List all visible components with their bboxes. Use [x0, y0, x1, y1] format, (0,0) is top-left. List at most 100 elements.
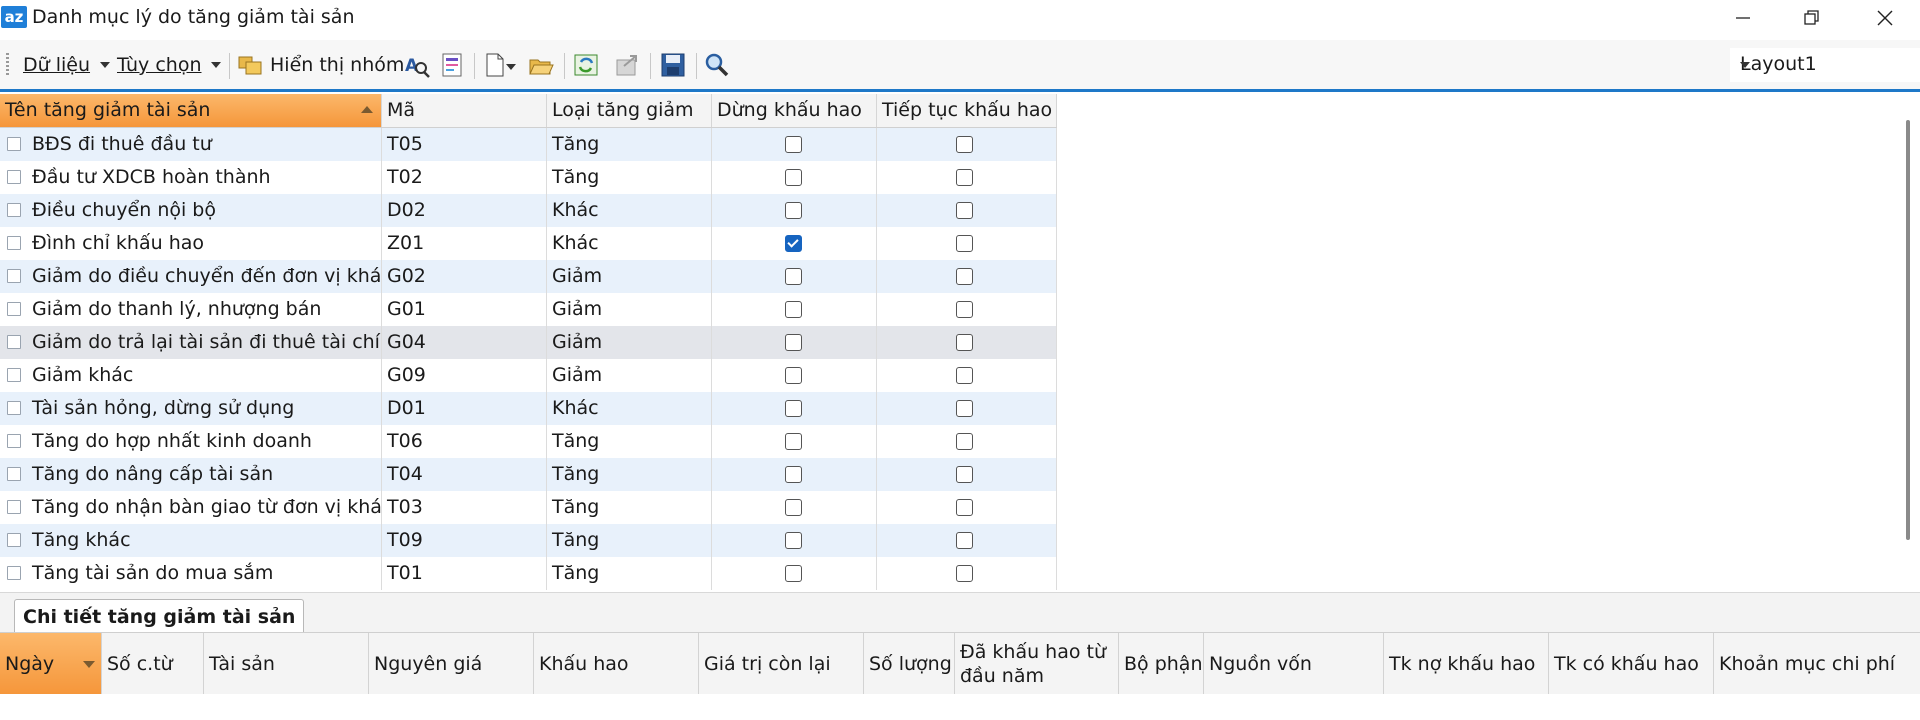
group-view-button[interactable]: Hiển thị nhóm [238, 50, 404, 80]
new-document-icon[interactable] [482, 52, 508, 78]
search-icon[interactable] [704, 52, 730, 78]
cell-resume-depreciation[interactable] [877, 425, 1057, 458]
checkbox[interactable] [785, 301, 802, 318]
table-row[interactable]: Giảm do trả lại tài sản đi thuê tài chín… [0, 326, 1057, 359]
cell-resume-depreciation[interactable] [877, 557, 1057, 590]
toolbar-grip[interactable] [6, 53, 9, 77]
data-menu[interactable]: Dữ liệu [23, 50, 111, 80]
checkbox[interactable] [785, 565, 802, 582]
close-button[interactable] [1856, 0, 1914, 35]
cell-stop-depreciation[interactable] [712, 260, 877, 293]
checked-checkbox[interactable] [785, 235, 802, 252]
detail-column-header[interactable]: Nguồn vốn [1204, 633, 1384, 695]
table-row[interactable]: Điều chuyển nội bộ D02 Khác [0, 194, 1057, 227]
detail-column-header[interactable]: Tài sản [204, 633, 369, 695]
checkbox[interactable] [956, 202, 973, 219]
detail-column-header[interactable]: Ngày [0, 633, 102, 695]
detail-column-header[interactable]: Bộ phận [1119, 633, 1204, 695]
cell-resume-depreciation[interactable] [877, 359, 1057, 392]
checkbox[interactable] [956, 136, 973, 153]
cell-stop-depreciation[interactable] [712, 128, 877, 161]
detail-column-header[interactable]: Khoản mục chi phí [1714, 633, 1920, 695]
checkbox[interactable] [956, 565, 973, 582]
table-row[interactable]: Tăng khác T09 Tăng [0, 524, 1057, 557]
scrollbar-thumb[interactable] [1906, 120, 1910, 540]
table-row[interactable]: Giảm do điều chuyển đến đơn vị khác G02 Gi… [0, 260, 1057, 293]
detail-column-header[interactable]: Tk có khấu hao [1549, 633, 1714, 695]
checkbox[interactable] [956, 169, 973, 186]
checkbox[interactable] [785, 532, 802, 549]
checkbox[interactable] [785, 268, 802, 285]
table-row[interactable]: Giảm do thanh lý, nhượng bán G01 Giảm [0, 293, 1057, 326]
checkbox[interactable] [785, 202, 802, 219]
cell-stop-depreciation[interactable] [712, 458, 877, 491]
checkbox[interactable] [956, 400, 973, 417]
cell-stop-depreciation[interactable] [712, 392, 877, 425]
table-row[interactable]: Tăng do nhận bàn giao từ đơn vị khác T03 T… [0, 491, 1057, 524]
options-menu[interactable]: Tùy chọn [117, 50, 222, 80]
chevron-down-icon[interactable] [506, 64, 516, 70]
cell-resume-depreciation[interactable] [877, 326, 1057, 359]
checkbox[interactable] [956, 268, 973, 285]
cell-resume-depreciation[interactable] [877, 458, 1057, 491]
detail-column-header[interactable]: Khấu hao [534, 633, 699, 695]
cell-stop-depreciation[interactable] [712, 326, 877, 359]
column-header-type[interactable]: Loại tăng giảm [547, 94, 712, 127]
checkbox[interactable] [956, 466, 973, 483]
cell-resume-depreciation[interactable] [877, 227, 1057, 260]
checkbox[interactable] [785, 400, 802, 417]
table-row[interactable]: Tăng tài sản do mua sắm T01 Tăng [0, 557, 1057, 590]
export-icon[interactable] [614, 52, 640, 78]
cell-resume-depreciation[interactable] [877, 524, 1057, 557]
checkbox[interactable] [785, 433, 802, 450]
cell-resume-depreciation[interactable] [877, 491, 1057, 524]
checkbox[interactable] [956, 433, 973, 450]
detail-column-header[interactable]: Số c.từ [102, 633, 204, 695]
detail-column-header[interactable]: Đã khấu hao từ đầu năm [955, 633, 1119, 695]
cell-resume-depreciation[interactable] [877, 128, 1057, 161]
cell-stop-depreciation[interactable] [712, 293, 877, 326]
layout-select[interactable]: Layout1 [1730, 48, 1920, 82]
checkbox[interactable] [785, 466, 802, 483]
save-icon[interactable] [660, 52, 686, 78]
cell-stop-depreciation[interactable] [712, 227, 877, 260]
detail-column-header[interactable]: Số lượng [864, 633, 955, 695]
table-row[interactable]: Tài sản hỏng, dừng sử dụng D01 Khác [0, 392, 1057, 425]
table-row[interactable]: Tăng do hợp nhất kinh doanh T06 Tăng [0, 425, 1057, 458]
report-icon[interactable] [440, 52, 466, 78]
vertical-scrollbar[interactable] [1898, 92, 1920, 592]
refresh-icon[interactable] [573, 52, 599, 78]
cell-resume-depreciation[interactable] [877, 161, 1057, 194]
checkbox[interactable] [956, 301, 973, 318]
table-row[interactable]: Đầu tư XDCB hoàn thành T02 Tăng [0, 161, 1057, 194]
minimize-button[interactable] [1714, 0, 1772, 35]
cell-stop-depreciation[interactable] [712, 194, 877, 227]
find-text-icon[interactable]: A [404, 52, 430, 78]
open-folder-icon[interactable] [528, 52, 554, 78]
checkbox[interactable] [956, 367, 973, 384]
cell-stop-depreciation[interactable] [712, 359, 877, 392]
cell-stop-depreciation[interactable] [712, 491, 877, 524]
detail-column-header[interactable]: Nguyên giá [369, 633, 534, 695]
checkbox[interactable] [785, 499, 802, 516]
cell-stop-depreciation[interactable] [712, 161, 877, 194]
table-row[interactable]: Đình chỉ khấu hao Z01 Khác [0, 227, 1057, 260]
cell-stop-depreciation[interactable] [712, 425, 877, 458]
detail-column-header[interactable]: Tk nợ khấu hao [1384, 633, 1549, 695]
table-row[interactable]: Tăng do nâng cấp tài sản T04 Tăng [0, 458, 1057, 491]
column-header-resume-depreciation[interactable]: Tiếp tục khấu hao [877, 94, 1057, 127]
checkbox[interactable] [956, 499, 973, 516]
cell-resume-depreciation[interactable] [877, 260, 1057, 293]
cell-resume-depreciation[interactable] [877, 194, 1057, 227]
table-row[interactable]: Giảm khác G09 Giảm [0, 359, 1057, 392]
tab-detail[interactable]: Chi tiết tăng giảm tài sản [14, 599, 305, 634]
column-header-name[interactable]: Tên tăng giảm tài sản [0, 94, 382, 127]
checkbox[interactable] [785, 136, 802, 153]
cell-stop-depreciation[interactable] [712, 557, 877, 590]
cell-resume-depreciation[interactable] [877, 392, 1057, 425]
column-header-code[interactable]: Mã [382, 94, 547, 127]
checkbox[interactable] [785, 367, 802, 384]
checkbox[interactable] [785, 169, 802, 186]
detail-column-header[interactable]: Giá trị còn lại [699, 633, 864, 695]
column-header-stop-depreciation[interactable]: Dừng khấu hao [712, 94, 877, 127]
